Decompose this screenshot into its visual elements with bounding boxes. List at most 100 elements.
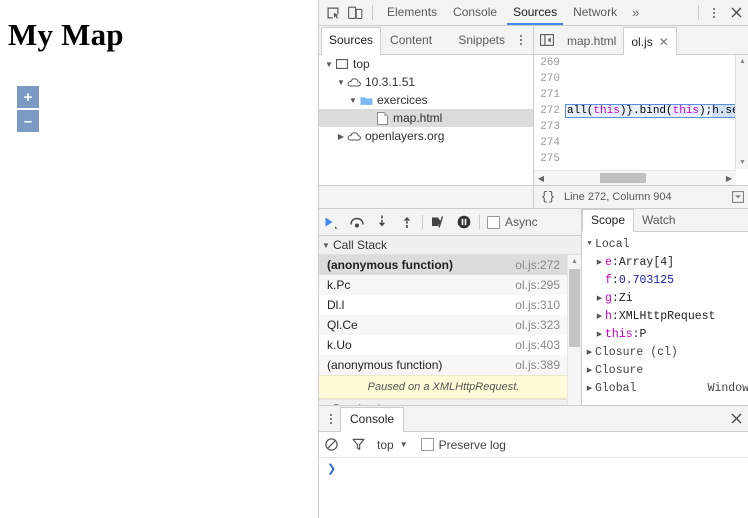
tab-scope[interactable]: Scope — [582, 209, 635, 232]
drawer-menu-icon[interactable] — [322, 406, 340, 431]
call-stack-row[interactable]: (anonymous function) ol.js:272 — [319, 255, 568, 275]
navtab-sources[interactable]: Sources — [321, 27, 382, 55]
navtab-snippets[interactable]: Snippets — [451, 30, 512, 51]
code-editor[interactable]: 269 270 271 272 all(this)}.bind(this);h.… — [534, 55, 748, 185]
folder-icon — [359, 93, 373, 107]
scope-twisty[interactable]: ▶ — [584, 348, 595, 357]
scope-property-value: XMLHttpRequest — [618, 309, 716, 323]
editor-tab-label: map.html — [567, 34, 617, 48]
drawer-tab-console[interactable]: Console — [340, 406, 405, 432]
tree-twisty[interactable]: ▶ — [335, 132, 347, 141]
scrollbar-thumb[interactable] — [569, 269, 580, 347]
scroll-down-arrow[interactable]: ▼ — [736, 156, 748, 169]
scope-twisty[interactable]: ▶ — [594, 294, 605, 303]
collapse-sidebar-icon[interactable] — [534, 26, 560, 54]
navtab-content-scripts[interactable]: Content ... — [383, 30, 449, 68]
step-into-next-function-call-icon[interactable] — [369, 209, 394, 235]
tab-network[interactable]: Network — [565, 0, 625, 25]
tree-twisty[interactable]: ▼ — [347, 96, 359, 105]
scope-row-closure-cl[interactable]: ▶ Closure (cl) — [582, 343, 748, 361]
scroll-right-arrow[interactable]: ▶ — [722, 174, 736, 183]
call-stack-location: ol.js:310 — [515, 298, 560, 312]
console-prompt-arrow[interactable]: ❯ — [327, 462, 336, 476]
async-checkbox[interactable] — [487, 215, 500, 229]
scope-twisty[interactable]: ▼ — [584, 240, 595, 248]
scrollbar-thumb[interactable] — [600, 173, 646, 183]
scope-twisty[interactable]: ▶ — [594, 258, 605, 267]
console-context-selector[interactable]: top ▼ — [373, 438, 412, 452]
tree-twisty[interactable]: ▼ — [335, 78, 347, 87]
file-icon — [375, 111, 389, 125]
scope-row-global[interactable]: ▶ Global Window — [582, 379, 748, 397]
page-title: My Map — [8, 17, 124, 52]
tree-item-file-map-html[interactable]: map.html — [319, 109, 533, 127]
code-token: all( — [567, 105, 594, 117]
call-stack-list: (anonymous function) ol.js:272 k.Pc ol.j… — [319, 255, 568, 419]
toolbar-right-group — [692, 0, 748, 25]
call-stack-row[interactable]: k.Uo ol.js:403 — [319, 335, 568, 355]
editor-tab-ol-js[interactable]: ol.js ✕ — [623, 27, 677, 55]
close-devtools-icon[interactable] — [723, 0, 748, 25]
call-stack-row[interactable]: Ql.Ce ol.js:323 — [319, 315, 568, 335]
scope-row-local[interactable]: ▼ Local — [582, 235, 748, 253]
code-line: 275 — [534, 151, 748, 167]
editor-tab-map-html[interactable]: map.html — [560, 28, 623, 55]
tab-watch[interactable]: Watch — [634, 210, 684, 231]
editor-horizontal-scrollbar[interactable]: ◀ ▶ — [534, 170, 736, 185]
call-stack-row[interactable]: (anonymous function) ol.js:389 — [319, 355, 568, 375]
pretty-print-icon[interactable]: {} — [534, 190, 562, 204]
scope-row-closure[interactable]: ▶ Closure — [582, 361, 748, 379]
sources-subtab-bar: Sources Content ... Snippets map.html — [319, 26, 748, 68]
tree-item-host[interactable]: ▼ 10.3.1.51 — [319, 73, 533, 91]
tree-item-top[interactable]: ▼ top — [319, 55, 533, 73]
scope-twisty[interactable]: ▶ — [584, 366, 595, 375]
console-output[interactable]: ❯ — [319, 458, 748, 518]
step-out-of-current-function-icon[interactable] — [394, 209, 419, 235]
scope-twisty[interactable]: ▶ — [594, 312, 605, 321]
scope-row-variable[interactable]: ▶ g : Zi — [582, 289, 748, 307]
scope-property-name: g — [605, 291, 612, 305]
resume-script-execution-icon[interactable] — [319, 209, 344, 235]
scope-twisty[interactable]: ▶ — [594, 330, 605, 339]
tab-console[interactable]: Console — [445, 0, 505, 25]
scope-row-this[interactable]: ▶ this : P — [582, 325, 748, 343]
tree-item-folder-exercices[interactable]: ▼ exercices — [319, 91, 533, 109]
inspect-element-icon[interactable] — [322, 0, 344, 25]
close-tab-icon[interactable]: ✕ — [659, 29, 669, 55]
editor-vertical-scrollbar[interactable]: ▲ ▼ — [735, 55, 748, 169]
navigator-tabs: Sources Content ... Snippets — [319, 26, 534, 68]
preserve-log-checkbox[interactable] — [420, 438, 434, 451]
devtools-main-menu-icon[interactable] — [705, 0, 723, 25]
scroll-up-arrow[interactable]: ▲ — [736, 55, 748, 68]
async-toggle[interactable]: Async — [487, 215, 538, 229]
navigator-menu-icon[interactable] — [512, 28, 529, 53]
scope-row-variable[interactable]: ▶ h : XMLHttpRequest — [582, 307, 748, 325]
more-tabs-button[interactable]: » — [625, 0, 646, 25]
preserve-log-toggle[interactable]: Preserve log — [420, 438, 506, 452]
tab-sources[interactable]: Sources — [505, 0, 565, 25]
close-drawer-icon[interactable] — [723, 406, 748, 431]
pause-on-exceptions-icon[interactable] — [451, 209, 476, 235]
scope-row-variable[interactable]: ▶ e : Array[4] — [582, 253, 748, 271]
zoom-out-button[interactable]: – — [17, 110, 39, 132]
step-over-next-function-call-icon[interactable] — [344, 209, 369, 235]
clear-console-icon[interactable] — [319, 432, 343, 457]
section-twisty[interactable]: ▼ — [319, 241, 333, 250]
chevron-down-icon[interactable]: ▼ — [400, 440, 408, 449]
tree-item-openlayers-org[interactable]: ▶ openlayers.org — [319, 127, 533, 145]
scope-row-variable[interactable]: f : 0.703125 — [582, 271, 748, 289]
editor-settings-icon[interactable] — [727, 191, 748, 203]
call-stack-row[interactable]: k.Pc ol.js:295 — [319, 275, 568, 295]
zoom-in-button[interactable]: + — [17, 86, 39, 108]
scroll-up-arrow[interactable]: ▲ — [568, 255, 581, 268]
tab-elements[interactable]: Elements — [379, 0, 445, 25]
scope-twisty[interactable]: ▶ — [584, 384, 595, 393]
line-text-highlighted: all(this)}.bind(this);h.se — [565, 104, 740, 118]
scroll-left-arrow[interactable]: ◀ — [534, 174, 548, 183]
call-stack-section-header[interactable]: ▼ Call Stack — [319, 236, 581, 255]
call-stack-row[interactable]: Dl.l ol.js:310 — [319, 295, 568, 315]
filter-icon[interactable] — [346, 432, 370, 457]
deactivate-breakpoints-icon[interactable] — [426, 209, 451, 235]
device-toolbar-icon[interactable] — [344, 0, 366, 25]
tree-twisty[interactable]: ▼ — [323, 60, 335, 69]
